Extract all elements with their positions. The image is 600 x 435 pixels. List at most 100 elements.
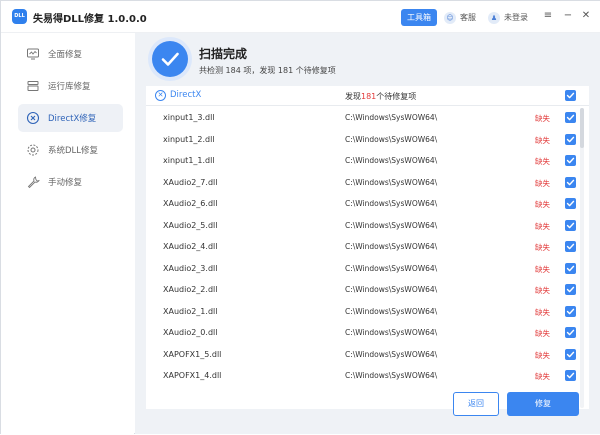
scroll-thumb[interactable]	[580, 108, 584, 148]
app-window: DLL 失易得DLL修复 1.0.0.0 工具箱 ☺ 客服 ♟ 未登录 ≡ − …	[0, 0, 600, 435]
login-button[interactable]: ♟ 未登录	[488, 9, 528, 26]
scan-summary: 共检测 184 项，发现 181 个待修复项	[199, 66, 336, 75]
table-row[interactable]: XAPOFX1_4.dll C:\Windows\SysWOW64\ 缺失	[146, 365, 577, 387]
status-badge: 缺失	[535, 114, 550, 123]
dll-path: C:\Windows\SysWOW64\	[345, 328, 438, 337]
table-row[interactable]: xinput1_1.dll C:\Windows\SysWOW64\ 缺失	[146, 150, 577, 172]
found-count: 181	[361, 92, 377, 101]
status-badge: 缺失	[535, 135, 550, 145]
sidebar-item-label: DirectX修复	[48, 114, 97, 124]
sidebar-item-label: 手动修复	[48, 178, 83, 188]
table-row[interactable]: XAudio2_5.dll C:\Windows\SysWOW64\ 缺失	[146, 215, 577, 237]
row-checkbox[interactable]	[565, 176, 576, 188]
row-checkbox[interactable]	[565, 327, 576, 338]
row-checkbox[interactable]	[565, 305, 576, 317]
status-badge: 缺失	[535, 221, 550, 231]
sidebar-item-label: 运行库修复	[48, 82, 91, 92]
list-scrollbar[interactable]	[580, 108, 584, 408]
dll-file-name: XAPOFX1_4.dll	[163, 371, 222, 380]
sidebar-item-label: 全面修复	[48, 50, 83, 60]
found-suffix: 个待修复项	[376, 92, 417, 101]
customer-service-button[interactable]: ☺ 客服	[444, 9, 476, 26]
status-badge: 缺失	[535, 286, 550, 295]
row-checkbox[interactable]	[565, 133, 576, 145]
toolbox-button[interactable]: 工具箱	[401, 9, 437, 26]
dll-file-name: XAudio2_0.dll	[163, 328, 218, 337]
status-badge: 缺失	[535, 372, 550, 381]
sidebar-item-manual-repair[interactable]: 手动修复	[18, 168, 123, 196]
row-checkbox[interactable]	[565, 284, 576, 295]
main-panel: 扫描完成 共检测 184 项，发现 181 个待修复项 ✕ DirectX 发现…	[135, 33, 600, 434]
dll-file-name: XAudio2_4.dll	[163, 242, 218, 251]
dll-path: C:\Windows\SysWOW64\	[345, 242, 438, 251]
headset-icon: ☺	[444, 11, 456, 24]
wrench-icon	[26, 175, 40, 189]
row-checkbox[interactable]	[565, 370, 576, 381]
app-title: 失易得DLL修复 1.0.0.0	[33, 14, 147, 25]
category-title: DirectX	[170, 90, 202, 100]
row-checkbox[interactable]	[565, 241, 576, 252]
dll-path: C:\Windows\SysWOW64\	[345, 134, 438, 144]
table-row[interactable]: XAudio2_4.dll C:\Windows\SysWOW64\ 缺失	[146, 236, 577, 258]
close-icon[interactable]: ✕	[579, 9, 593, 23]
sidebar: 全面修复 运行库修复 DirectX修复 系统DLL修复 手动修复	[1, 33, 134, 435]
dll-file-name: xinput1_1.dll	[163, 156, 215, 165]
sidebar-item-full-repair[interactable]: 全面修复	[18, 40, 123, 68]
found-count-text: 发现181个待修复项	[345, 91, 416, 102]
app-logo-icon: DLL	[12, 9, 27, 24]
status-badge: 缺失	[535, 350, 550, 360]
row-checkbox[interactable]	[565, 219, 576, 231]
stack-icon	[26, 79, 40, 93]
menu-icon[interactable]: ≡	[541, 9, 555, 23]
sidebar-item-directx-repair[interactable]: DirectX修复	[18, 104, 123, 132]
status-badge: 缺失	[535, 307, 550, 317]
table-row[interactable]: xinput1_2.dll C:\Windows\SysWOW64\ 缺失	[146, 129, 577, 151]
dll-path: C:\Windows\SysWOW64\	[345, 371, 438, 380]
minimize-icon[interactable]: −	[561, 9, 575, 23]
row-checkbox[interactable]	[565, 262, 576, 274]
scan-complete-check-icon	[152, 41, 188, 77]
found-prefix: 发现	[345, 92, 361, 101]
select-all-checkbox[interactable]	[565, 90, 576, 101]
table-row[interactable]: XAudio2_6.dll C:\Windows\SysWOW64\ 缺失	[146, 193, 577, 215]
scan-title: 扫描完成	[199, 47, 248, 61]
sidebar-item-system-dll-repair[interactable]: 系统DLL修复	[18, 136, 123, 164]
dll-file-name: XAudio2_3.dll	[163, 263, 218, 273]
dll-file-name: XAPOFX1_5.dll	[163, 349, 222, 359]
dll-path: C:\Windows\SysWOW64\	[345, 199, 438, 208]
table-row[interactable]: XAudio2_2.dll C:\Windows\SysWOW64\ 缺失	[146, 279, 577, 301]
repair-button[interactable]: 修复	[507, 392, 579, 416]
row-checkbox[interactable]	[565, 198, 576, 209]
customer-service-label: 客服	[460, 13, 476, 22]
user-icon: ♟	[488, 11, 500, 24]
status-badge: 缺失	[535, 178, 550, 188]
monitor-icon	[26, 47, 40, 61]
table-row[interactable]: XAudio2_1.dll C:\Windows\SysWOW64\ 缺失	[146, 301, 577, 323]
dll-file-name: XAudio2_6.dll	[163, 199, 218, 208]
directx-x-icon: ✕	[155, 90, 166, 101]
sidebar-item-runtime-repair[interactable]: 运行库修复	[18, 72, 123, 100]
back-button[interactable]: 返回	[453, 392, 499, 416]
login-label: 未登录	[504, 13, 528, 22]
table-row[interactable]: XAudio2_3.dll C:\Windows\SysWOW64\ 缺失	[146, 258, 577, 280]
dll-file-name: XAudio2_1.dll	[163, 306, 218, 316]
dll-path: C:\Windows\SysWOW64\	[345, 306, 438, 316]
sidebar-item-label: 系统DLL修复	[48, 146, 99, 156]
x-circle-icon	[26, 111, 40, 125]
repair-list: ✕ DirectX 发现181个待修复项 xinput1_3.dll C:\Win…	[146, 86, 589, 409]
table-row[interactable]: XAPOFX1_5.dll C:\Windows\SysWOW64\ 缺失	[146, 344, 577, 366]
dll-file-name: XAudio2_5.dll	[163, 220, 218, 230]
gear-icon	[26, 143, 40, 157]
row-checkbox[interactable]	[565, 155, 576, 166]
row-checkbox[interactable]	[565, 112, 576, 123]
dll-path: C:\Windows\SysWOW64\	[345, 113, 438, 122]
table-row[interactable]: XAudio2_0.dll C:\Windows\SysWOW64\ 缺失	[146, 322, 577, 344]
dll-file-name: xinput1_2.dll	[163, 134, 215, 144]
dll-path: C:\Windows\SysWOW64\	[345, 177, 438, 187]
row-checkbox[interactable]	[565, 348, 576, 360]
table-row[interactable]: XAudio2_7.dll C:\Windows\SysWOW64\ 缺失	[146, 172, 577, 194]
status-badge: 缺失	[535, 264, 550, 274]
table-row[interactable]: xinput1_3.dll C:\Windows\SysWOW64\ 缺失	[146, 107, 577, 129]
title-bar: DLL 失易得DLL修复 1.0.0.0 工具箱 ☺ 客服 ♟ 未登录 ≡ − …	[1, 1, 600, 33]
list-header: ✕ DirectX 发现181个待修复项	[146, 86, 589, 106]
